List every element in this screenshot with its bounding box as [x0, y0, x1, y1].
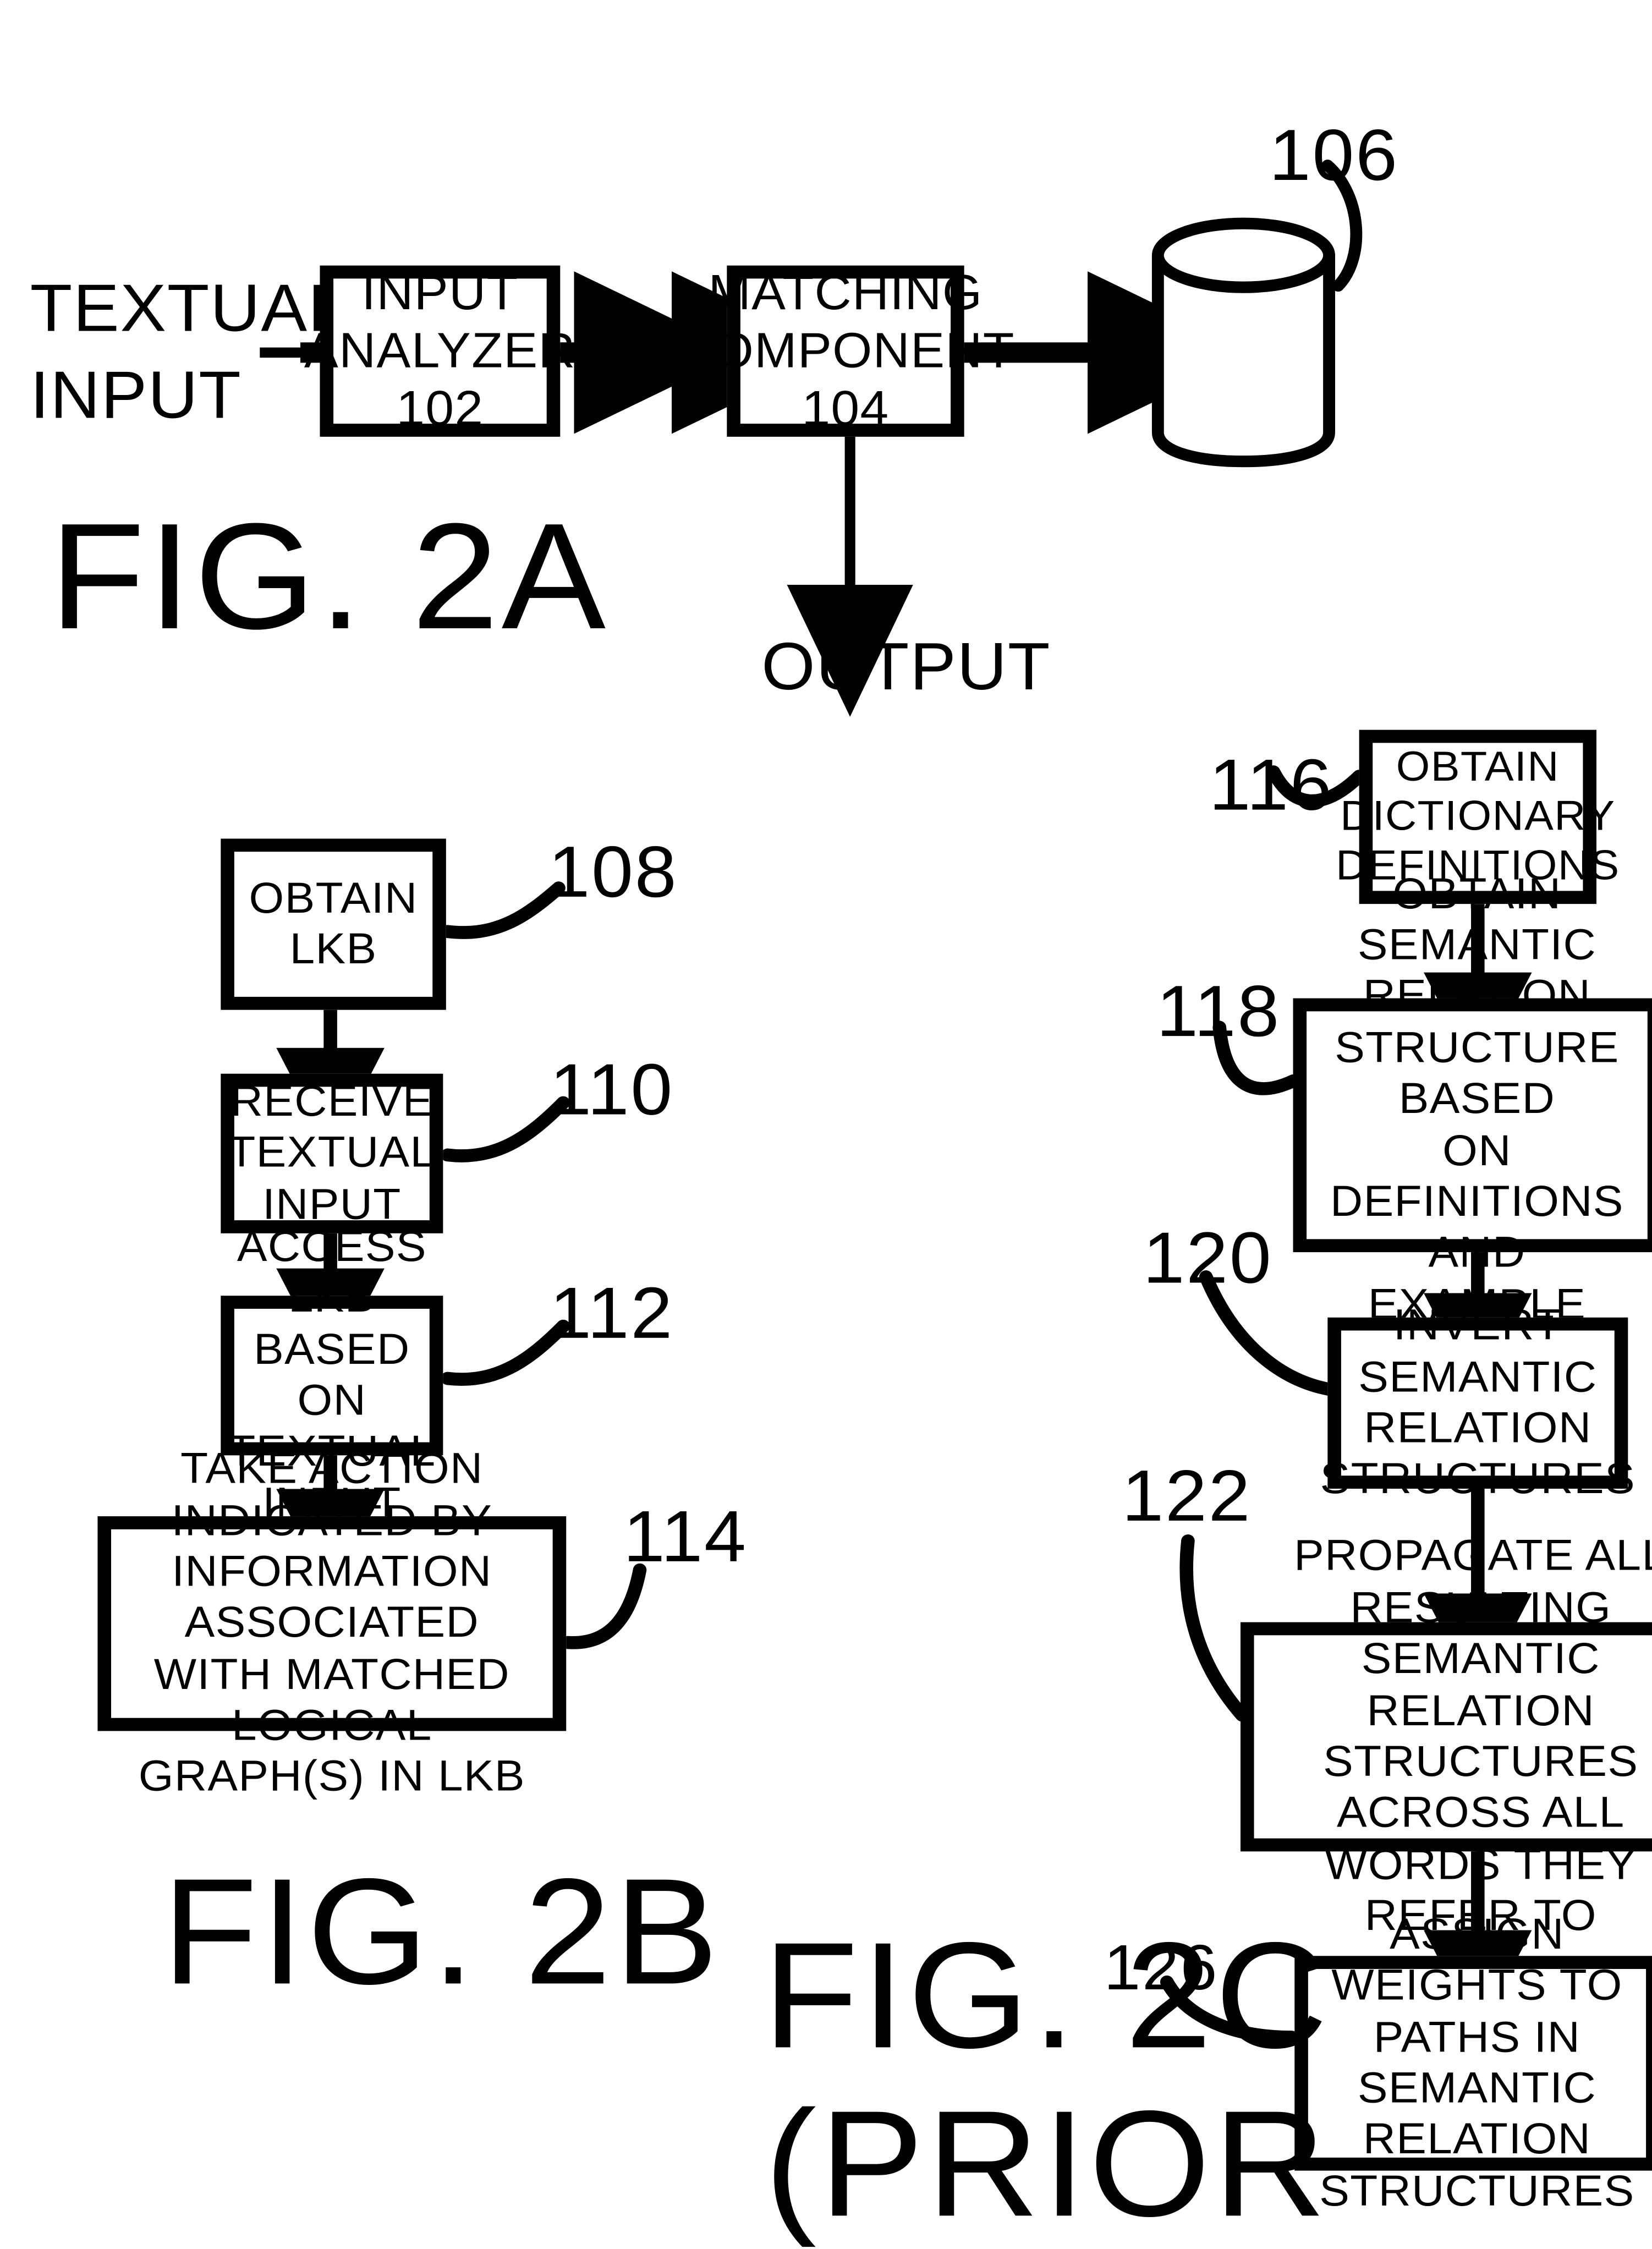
box-receive-textual-input[interactable]: RECEIVE TEXTUAL INPUT: [221, 1073, 443, 1233]
figure-2c-caption: FIG. 2C (PRIOR ART): [762, 1912, 1331, 2249]
box-input-analyzer-text: INPUT ANALYZER 102: [304, 265, 576, 437]
leader-108: [441, 881, 566, 939]
leader-112: [441, 1319, 570, 1386]
box-matching-component[interactable]: MATCHING COMPONENT 104: [676, 265, 1014, 437]
box-obtain-lkb-text: OBTAIN LKB: [249, 874, 418, 974]
box-invert-semantic-relation-structures[interactable]: INVERT SEMANTIC RELATION STRUCTURES: [1320, 1302, 1635, 1504]
leader-122: [1179, 1534, 1249, 1722]
ref-110: 110: [550, 1049, 674, 1131]
box-obtain-lkb[interactable]: OBTAIN LKB: [221, 838, 446, 1010]
figure-2b-caption: FIG. 2B: [162, 1848, 722, 2017]
box-access-lkb[interactable]: ACCESS LKB BASED ON TEXTUAL INPUT: [221, 1223, 443, 1528]
patent-figure-sheet: TEXTUAL INPUT INPUT ANALYZER 102 MATCHIN…: [0, 0, 1652, 2249]
output-label: OUTPUT: [761, 628, 1051, 704]
box-propagate-semantic-relation-structures-text: PROPAGATE ALL RESULTING SEMANTIC RELATIO…: [1294, 1533, 1652, 1940]
box-take-action[interactable]: TAKE ACTION INDICATED BY INFORMATION ASS…: [97, 1445, 567, 1801]
box-propagate-semantic-relation-structures[interactable]: PROPAGATE ALL RESULTING SEMANTIC RELATIO…: [1240, 1533, 1652, 1940]
ref-106: 106: [1269, 114, 1399, 196]
ref-114: 114: [623, 1496, 748, 1577]
ref-108: 108: [548, 831, 678, 913]
ref-112: 112: [550, 1272, 674, 1354]
box-receive-textual-input-text: RECEIVE TEXTUAL INPUT: [228, 1078, 436, 1229]
box-matching-component-text: MATCHING COMPONENT 104: [676, 265, 1015, 437]
lkb-datastore-cylinder: [1151, 217, 1335, 468]
ref-116: 116: [1209, 744, 1333, 826]
leader-114: [561, 1563, 647, 1649]
ref-120: 120: [1143, 1217, 1273, 1299]
ref-118: 118: [1156, 970, 1281, 1052]
textual-input-label: TEXTUAL INPUT: [30, 270, 348, 432]
box-obtain-semantic-relation-structure[interactable]: OBTAIN SEMANTIC RELATION STRUCTURE BASED…: [1293, 870, 1652, 1380]
box-assign-weights-text: ASSIGN WEIGHTS TO PATHS IN SEMANTIC RELA…: [1319, 1911, 1635, 2215]
ref-122: 122: [1122, 1455, 1252, 1537]
box-assign-weights[interactable]: ASSIGN WEIGHTS TO PATHS IN SEMANTIC RELA…: [1294, 1911, 1652, 2215]
box-take-action-text: TAKE ACTION INDICATED BY INFORMATION ASS…: [138, 1445, 525, 1802]
leader-110: [441, 1096, 570, 1162]
figure-2a-caption: FIG. 2A: [50, 493, 609, 662]
box-invert-semantic-relation-structures-text: INVERT SEMANTIC RELATION STRUCTURES: [1320, 1302, 1636, 1504]
box-input-analyzer[interactable]: INPUT ANALYZER 102: [304, 265, 575, 437]
